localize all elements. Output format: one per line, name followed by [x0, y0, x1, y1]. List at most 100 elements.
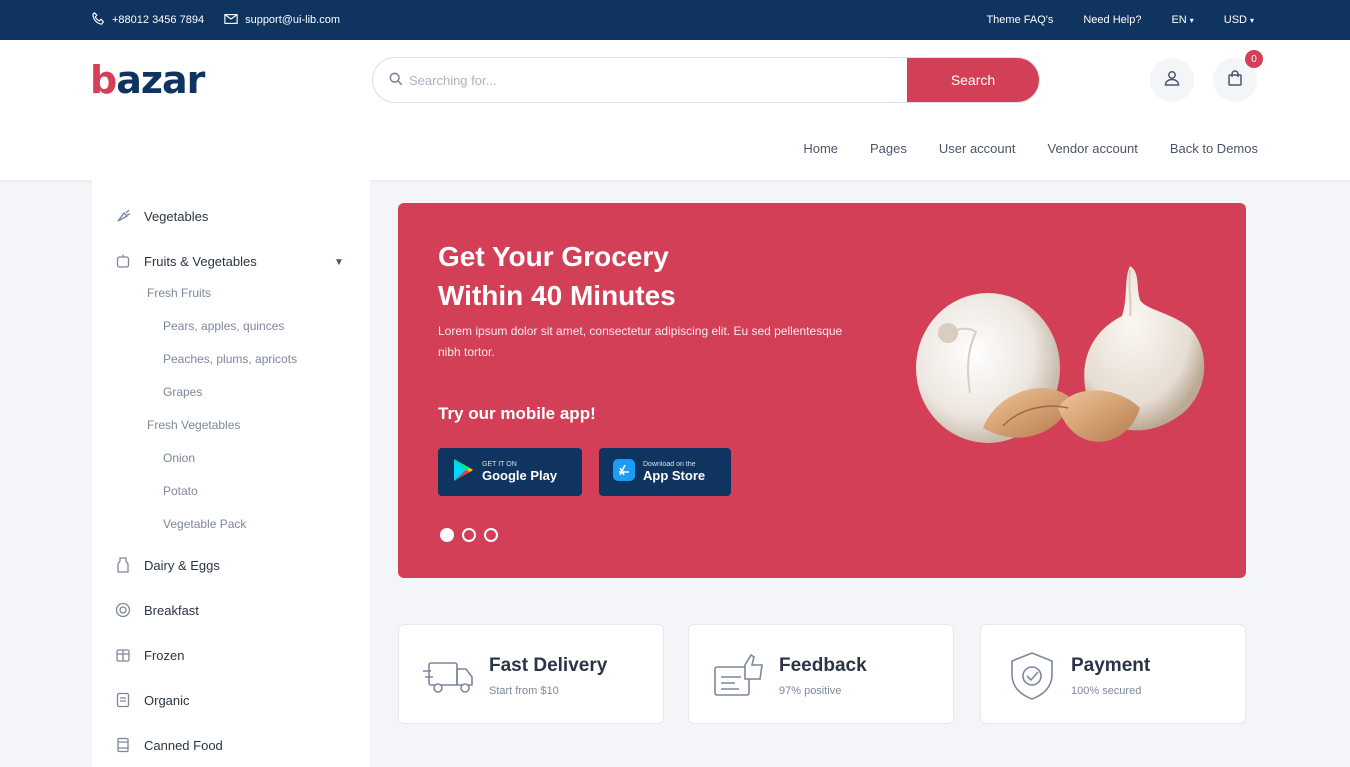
carousel-dot-2[interactable]	[462, 528, 476, 542]
google-play-text: GET IT ON Google Play	[482, 461, 557, 483]
sidebar-item-dairy-eggs[interactable]: Dairy & Eggs	[114, 556, 220, 574]
language-value: EN	[1171, 14, 1187, 26]
currency-value: USD	[1223, 14, 1247, 26]
search-bar: Search	[372, 57, 1040, 103]
search-icon	[389, 72, 403, 91]
phone-icon	[92, 12, 105, 28]
sidebar-item-organic[interactable]: Organic	[114, 691, 190, 709]
secure-payment-icon	[1011, 652, 1053, 700]
user-account-button[interactable]	[1150, 58, 1194, 102]
google-play-small-text: GET IT ON	[482, 461, 517, 468]
chevron-down-icon[interactable]: ▼	[334, 257, 344, 268]
feature-subtitle: 97% positive	[779, 685, 842, 697]
apple-icon	[114, 252, 132, 270]
help-link[interactable]: Need Help?	[1083, 14, 1141, 26]
sidebar-item-canned-food[interactable]: Canned Food	[114, 736, 223, 754]
main-nav: Home Pages User account Vendor account B…	[803, 141, 1258, 156]
nav-home[interactable]: Home	[803, 141, 838, 156]
email-address[interactable]: support@ui-lib.com	[245, 14, 340, 26]
sidebar-item-label: Vegetables	[144, 208, 209, 224]
shopping-bag-icon	[1226, 69, 1244, 92]
hero-title: Get Your Grocery Within 40 Minutes	[438, 237, 878, 315]
sidebar-item-label: Breakfast	[144, 602, 199, 618]
email-info: support@ui-lib.com	[224, 13, 340, 28]
hero-banner: Get Your Grocery Within 40 Minutes Lorem …	[398, 203, 1246, 578]
logo-accent-letter: b	[90, 58, 117, 102]
nav-vendor-account[interactable]: Vendor account	[1047, 141, 1137, 156]
app-store-text: Download on the App Store	[643, 461, 705, 483]
hero-title-line-2: Within 40 Minutes	[438, 280, 676, 311]
nav-pages[interactable]: Pages	[870, 141, 907, 156]
top-bar-contact: +88012 3456 7894 support@ui-lib.com	[92, 0, 340, 40]
top-bar-links: Theme FAQ's Need Help? EN ▾ USD ▾	[986, 0, 1254, 40]
organic-icon	[114, 691, 132, 709]
carousel-dot-3[interactable]	[484, 528, 498, 542]
carrot-icon	[114, 207, 132, 225]
mail-icon	[224, 13, 238, 28]
subitem-potato[interactable]: Potato	[163, 484, 198, 498]
user-icon	[1163, 69, 1181, 92]
category-sidebar: Vegetables Fruits & Vegetables ▼ Fresh F…	[92, 180, 370, 767]
logo[interactable]: bazar	[90, 58, 205, 102]
nav-back-to-demos[interactable]: Back to Demos	[1170, 141, 1258, 156]
feature-title: Payment	[1071, 655, 1151, 676]
feature-card-payment: Payment 100% secured	[980, 624, 1246, 724]
google-play-big-text: Google Play	[482, 468, 558, 483]
subcategory-fresh-vegetables[interactable]: Fresh Vegetables	[147, 418, 240, 432]
subcategory-fresh-fruits[interactable]: Fresh Fruits	[147, 286, 211, 300]
subitem-grapes[interactable]: Grapes	[163, 385, 202, 399]
faq-link[interactable]: Theme FAQ's	[986, 14, 1053, 26]
sidebar-item-label: Organic	[144, 692, 190, 708]
feature-subtitle: Start from $10	[489, 685, 559, 697]
search-button[interactable]: Search	[907, 58, 1039, 102]
feature-subtitle: 100% secured	[1071, 685, 1142, 697]
sidebar-item-frozen[interactable]: Frozen	[114, 646, 184, 664]
delivery-truck-icon	[423, 662, 473, 693]
logo-text: azar	[116, 58, 205, 102]
subitem-pears-apples[interactable]: Pears, apples, quinces	[163, 319, 284, 333]
nav-user-account[interactable]: User account	[939, 141, 1016, 156]
subitem-vegetable-pack[interactable]: Vegetable Pack	[163, 517, 246, 531]
sidebar-item-label: Frozen	[144, 647, 185, 663]
sidebar-item-label: Fruits & Vegetables	[144, 253, 257, 269]
subitem-peaches-plums[interactable]: Peaches, plums, apricots	[163, 352, 297, 366]
carousel-dot-1[interactable]	[440, 528, 454, 542]
feedback-icon	[714, 653, 763, 696]
sidebar-item-label: Canned Food	[144, 737, 223, 753]
hero-title-line-1: Get Your Grocery	[438, 241, 669, 272]
carousel-dots	[440, 528, 498, 542]
cart-count-badge: 0	[1245, 50, 1263, 68]
main-header: bazar Search 0 Home Pages User account V…	[0, 40, 1350, 180]
sidebar-item-fruits-vegetables[interactable]: Fruits & Vegetables	[114, 252, 257, 270]
phone-info: +88012 3456 7894	[92, 12, 204, 28]
search-input[interactable]	[409, 58, 929, 102]
phone-number[interactable]: +88012 3456 7894	[112, 14, 204, 26]
hero-description: Lorem ipsum dolor sit amet, consectetur …	[438, 324, 843, 359]
milk-icon	[114, 556, 132, 574]
google-play-button[interactable]: GET IT ON Google Play	[438, 448, 582, 496]
sidebar-item-breakfast[interactable]: Breakfast	[114, 601, 199, 619]
google-play-icon	[452, 458, 474, 487]
breakfast-icon	[114, 601, 132, 619]
feature-card-delivery: Fast Delivery Start from $10	[398, 624, 664, 724]
subitem-onion[interactable]: Onion	[163, 451, 195, 465]
top-bar: +88012 3456 7894 support@ui-lib.com Them…	[0, 0, 1350, 40]
garlic-image	[916, 266, 1205, 443]
cart-button[interactable]: 0	[1213, 50, 1263, 102]
feature-title: Fast Delivery	[489, 655, 608, 676]
feature-card-feedback: Feedback 97% positive	[688, 624, 954, 724]
sidebar-item-vegetables[interactable]: Vegetables	[114, 207, 208, 225]
app-store-small-text: Download on the	[643, 461, 696, 468]
frozen-icon	[114, 646, 132, 664]
language-select[interactable]: EN ▾	[1171, 14, 1193, 26]
chevron-down-icon: ▾	[1249, 16, 1254, 25]
sidebar-item-label: Dairy & Eggs	[144, 557, 220, 573]
app-store-button[interactable]: Download on the App Store	[599, 448, 731, 496]
app-store-icon	[613, 458, 635, 486]
app-store-big-text: App Store	[643, 468, 706, 483]
hero-app-cta: Try our mobile app!	[438, 404, 596, 423]
currency-select[interactable]: USD ▾	[1224, 14, 1254, 26]
chevron-down-icon: ▾	[1189, 16, 1194, 25]
canned-food-icon	[114, 736, 132, 754]
feature-title: Feedback	[779, 655, 867, 676]
